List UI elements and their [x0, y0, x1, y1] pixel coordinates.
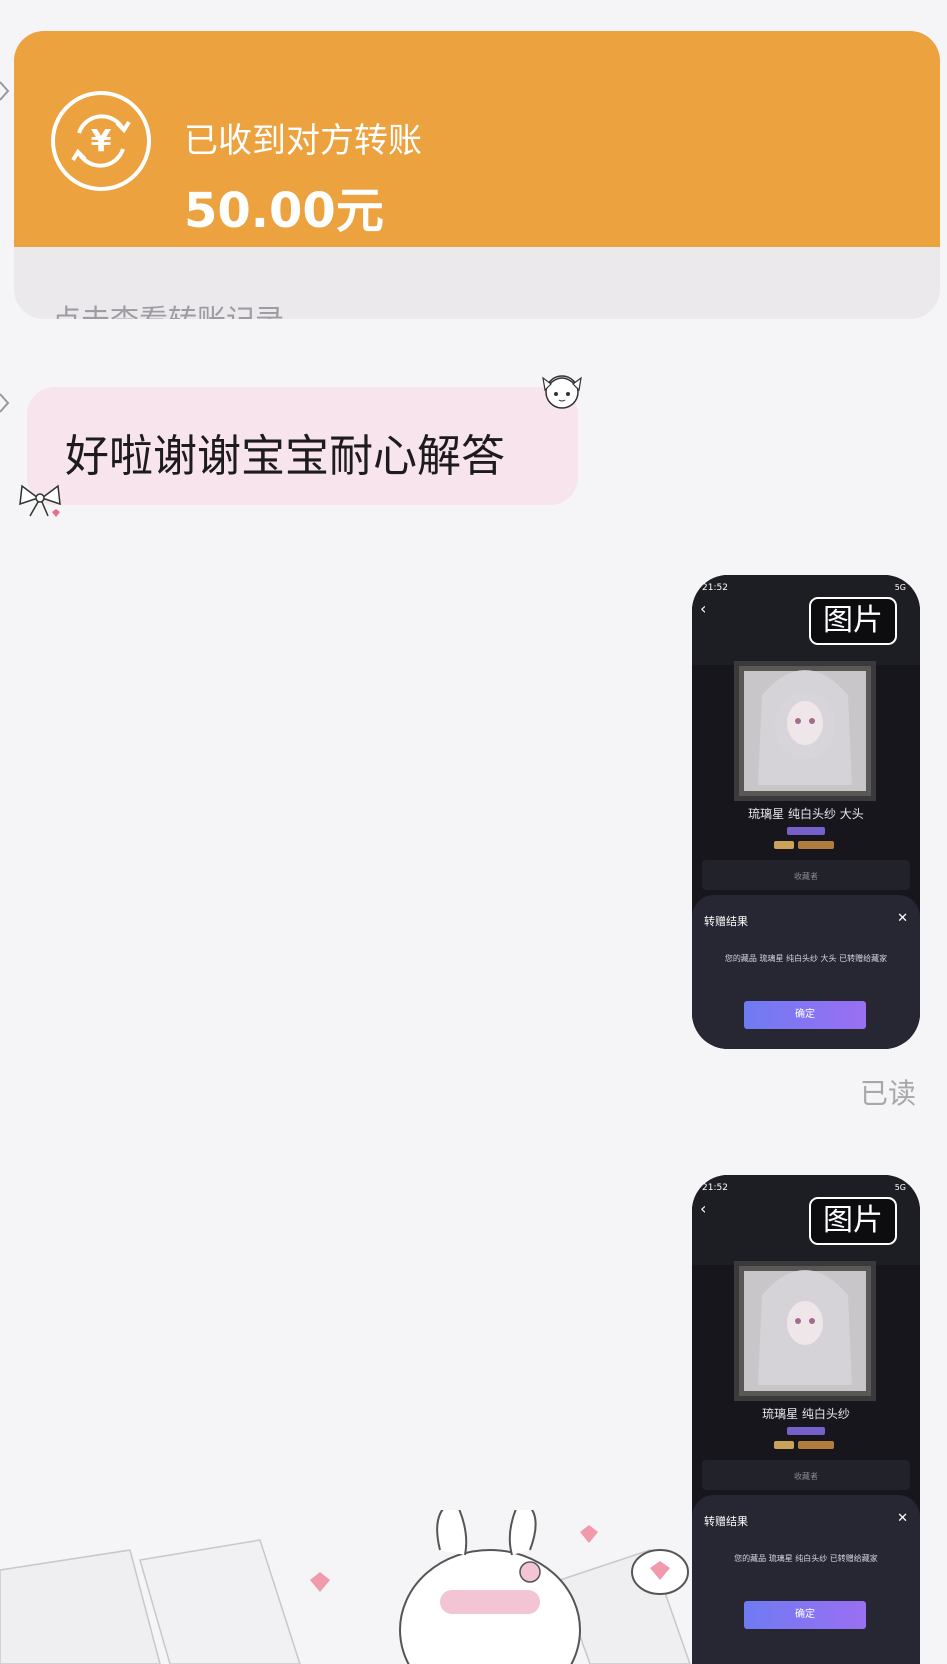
image-badge: 图片: [809, 1197, 897, 1245]
transfer-card[interactable]: ¥ 已收到对方转账 50.00元 点击查看转账记录: [14, 31, 940, 319]
confirm-button: 确定: [744, 1001, 866, 1029]
transfer-card-header: ¥ 已收到对方转账 50.00元: [14, 31, 940, 247]
collector-label: 收藏者: [794, 1472, 818, 1481]
edge-mark: [0, 393, 10, 413]
received-message-text: 好啦谢谢宝宝耐心解答: [65, 431, 505, 482]
chat-screen: ¥ 已收到对方转账 50.00元 点击查看转账记录 好啦谢谢宝宝耐心解答: [0, 0, 947, 1664]
image-badge: 图片: [809, 597, 897, 645]
edge-mark: [0, 81, 10, 101]
dialog-title: 转赠结果: [704, 915, 748, 928]
gift-result-dialog: 转赠结果 ✕ 您的藏品 琉璃星 纯白头纱 大头 已转赠给藏家 确定: [692, 895, 920, 1049]
status-network: 5G: [894, 1183, 906, 1192]
back-arrow-icon: ‹: [700, 1199, 707, 1218]
read-receipt: 已读: [860, 1077, 917, 1110]
close-icon: ✕: [897, 911, 908, 926]
status-time: 21:52: [702, 583, 728, 593]
status-network: 5G: [894, 583, 906, 592]
transfer-status: 已收到对方转账: [184, 121, 422, 161]
dialog-body: 您的藏品 琉璃星 纯白头纱 大头 已转赠给藏家: [724, 954, 888, 963]
back-arrow-icon: ‹: [700, 599, 707, 618]
status-time: 21:52: [702, 1183, 728, 1193]
collector-label: 收藏者: [794, 872, 818, 881]
received-message-bubble[interactable]: 好啦谢谢宝宝耐心解答: [27, 387, 578, 505]
transfer-record-link[interactable]: 点击查看转账记录: [52, 297, 284, 319]
artwork-title: 琉璃星 纯白头纱 大头: [748, 807, 864, 821]
artwork-title: 琉璃星 纯白头纱: [762, 1407, 850, 1421]
yuan-exchange-icon: ¥: [51, 91, 151, 191]
anime-background-illustration: [0, 1510, 691, 1664]
bow-sticker-icon: [19, 484, 61, 517]
chibi-sticker-icon: [542, 375, 582, 409]
svg-text:¥: ¥: [91, 124, 112, 159]
transfer-amount: 50.00元: [184, 183, 384, 239]
image-message[interactable]: 21:52 5G ‹ 图片 琉璃星 纯白头纱 大头 收藏者 转赠结果 ✕ 您的藏…: [692, 575, 920, 1049]
